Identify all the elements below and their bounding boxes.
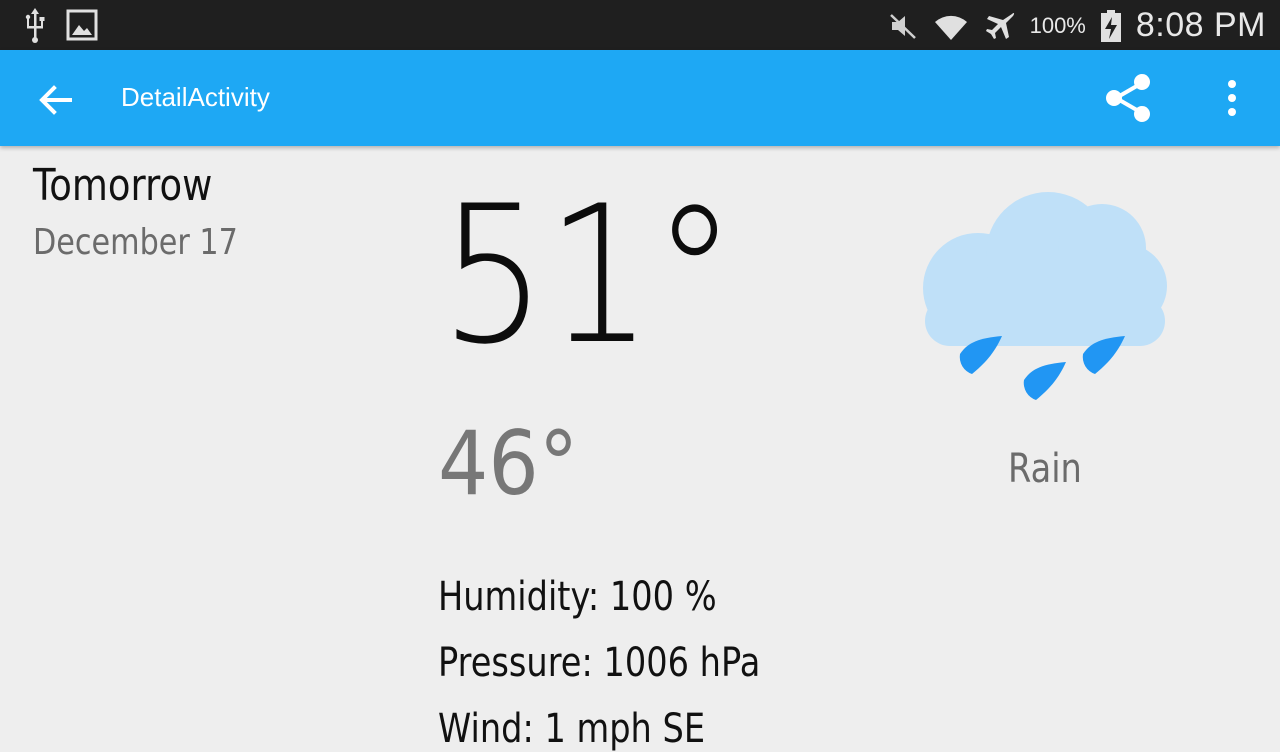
high-temperature: 51° — [440, 165, 737, 386]
more-vert-icon[interactable] — [1216, 78, 1248, 118]
pressure-label: Pressure: 1006 hPa — [438, 640, 761, 686]
weather-condition: Rain — [1008, 446, 1082, 492]
airplane-icon — [985, 12, 1014, 39]
arrow-back-icon[interactable] — [36, 80, 76, 120]
battery-percent: 100% — [1029, 12, 1086, 38]
status-bar: 100% 8:08 PM — [0, 0, 1280, 50]
page-title: DetailActivity — [121, 82, 270, 112]
rain-cloud-icon — [923, 192, 1167, 400]
image-icon — [66, 9, 98, 41]
battery-charging-icon — [1100, 9, 1121, 42]
usb-icon — [25, 8, 45, 43]
forecast-date: December 17 — [33, 222, 238, 263]
forecast-day: Tomorrow — [33, 160, 213, 211]
mute-icon — [889, 13, 916, 39]
clock: 8:08 PM — [1135, 6, 1266, 44]
humidity-label: Humidity: 100 % — [438, 574, 717, 620]
share-icon[interactable] — [1102, 70, 1154, 126]
forecast-detail: Tomorrow December 17 51° 46° Rain Humidi… — [0, 146, 1280, 752]
wind-label: Wind: 1 mph SE — [438, 706, 706, 752]
app-bar: DetailActivity — [0, 50, 1280, 146]
wifi-icon — [934, 15, 967, 40]
low-temperature: 46° — [438, 412, 579, 515]
